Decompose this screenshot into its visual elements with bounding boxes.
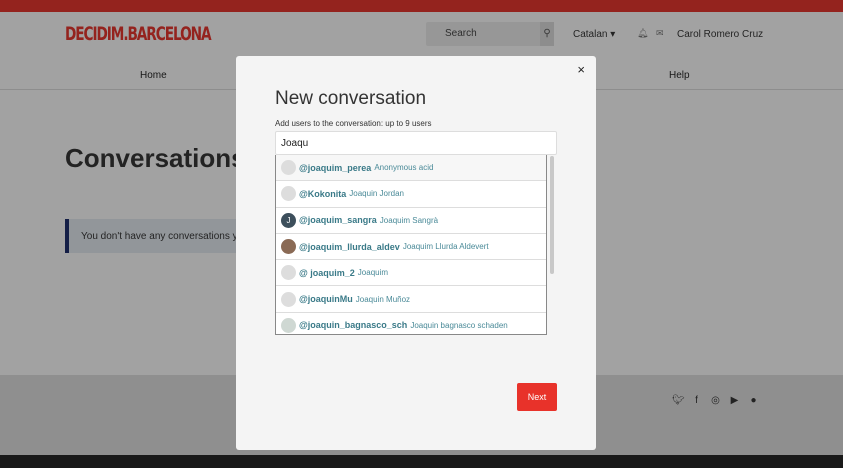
list-item[interactable]: @joaquim_perea Anonymous acid: [276, 155, 546, 182]
avatar: [281, 317, 296, 333]
user-name: Joaquin Jordan: [349, 189, 404, 199]
user-name: Joaquin bagnasco schaden: [410, 320, 508, 330]
user-name: Anonymous acid: [374, 163, 434, 173]
user-nickname: @joaquinMu: [299, 294, 353, 305]
list-item[interactable]: @joaquinMu Joaquin Muñoz: [276, 286, 546, 313]
list-item[interactable]: @Kokonita Joaquin Jordan: [276, 181, 546, 208]
list-item[interactable]: J @joaquim_sangra Joaquim Sangrà: [276, 208, 546, 234]
user-nickname: @ joaquim_2: [299, 267, 355, 278]
avatar: [281, 265, 296, 281]
user-nickname: @joaquim_perea: [299, 162, 372, 173]
avatar: [281, 186, 296, 202]
user-name: Joaquim Llurda Aldevert: [402, 242, 489, 252]
autocomplete-list: @joaquim_perea Anonymous acid @Kokonita Jo…: [275, 155, 547, 335]
close-icon[interactable]: ×: [577, 62, 585, 77]
next-button[interactable]: Next: [517, 383, 557, 411]
user-name: Joaquim Sangrà: [379, 215, 439, 225]
list-scrollbar[interactable]: [550, 156, 554, 274]
user-nickname: @joaquin_bagnasco_sch: [299, 320, 408, 331]
avatar: J: [281, 212, 296, 228]
user-nickname: @joaquim_sangra: [299, 215, 377, 226]
user-search-input[interactable]: Joaqu: [275, 131, 557, 155]
user-name: Joaquim: [357, 268, 389, 278]
avatar: [281, 239, 296, 255]
modal-title: New conversation: [275, 88, 427, 109]
list-item[interactable]: @ joaquim_2 Joaquim: [276, 260, 546, 287]
list-item[interactable]: @joaquin_bagnasco_sch Joaquin bagnasco sc…: [276, 313, 546, 334]
new-conversation-modal: × New conversation Add users to the conv…: [236, 56, 596, 450]
user-nickname: @Kokonita: [299, 188, 347, 199]
user-name: Joaquin Muñoz: [355, 294, 411, 304]
users-label: Add users to the conversation: up to 9 u…: [275, 119, 432, 128]
user-nickname: @joaquim_llurda_aldev: [299, 241, 400, 252]
list-item[interactable]: @joaquim_llurda_aldev Joaquim Llurda Alde…: [276, 234, 546, 261]
avatar: [281, 160, 296, 176]
avatar: [281, 291, 296, 307]
